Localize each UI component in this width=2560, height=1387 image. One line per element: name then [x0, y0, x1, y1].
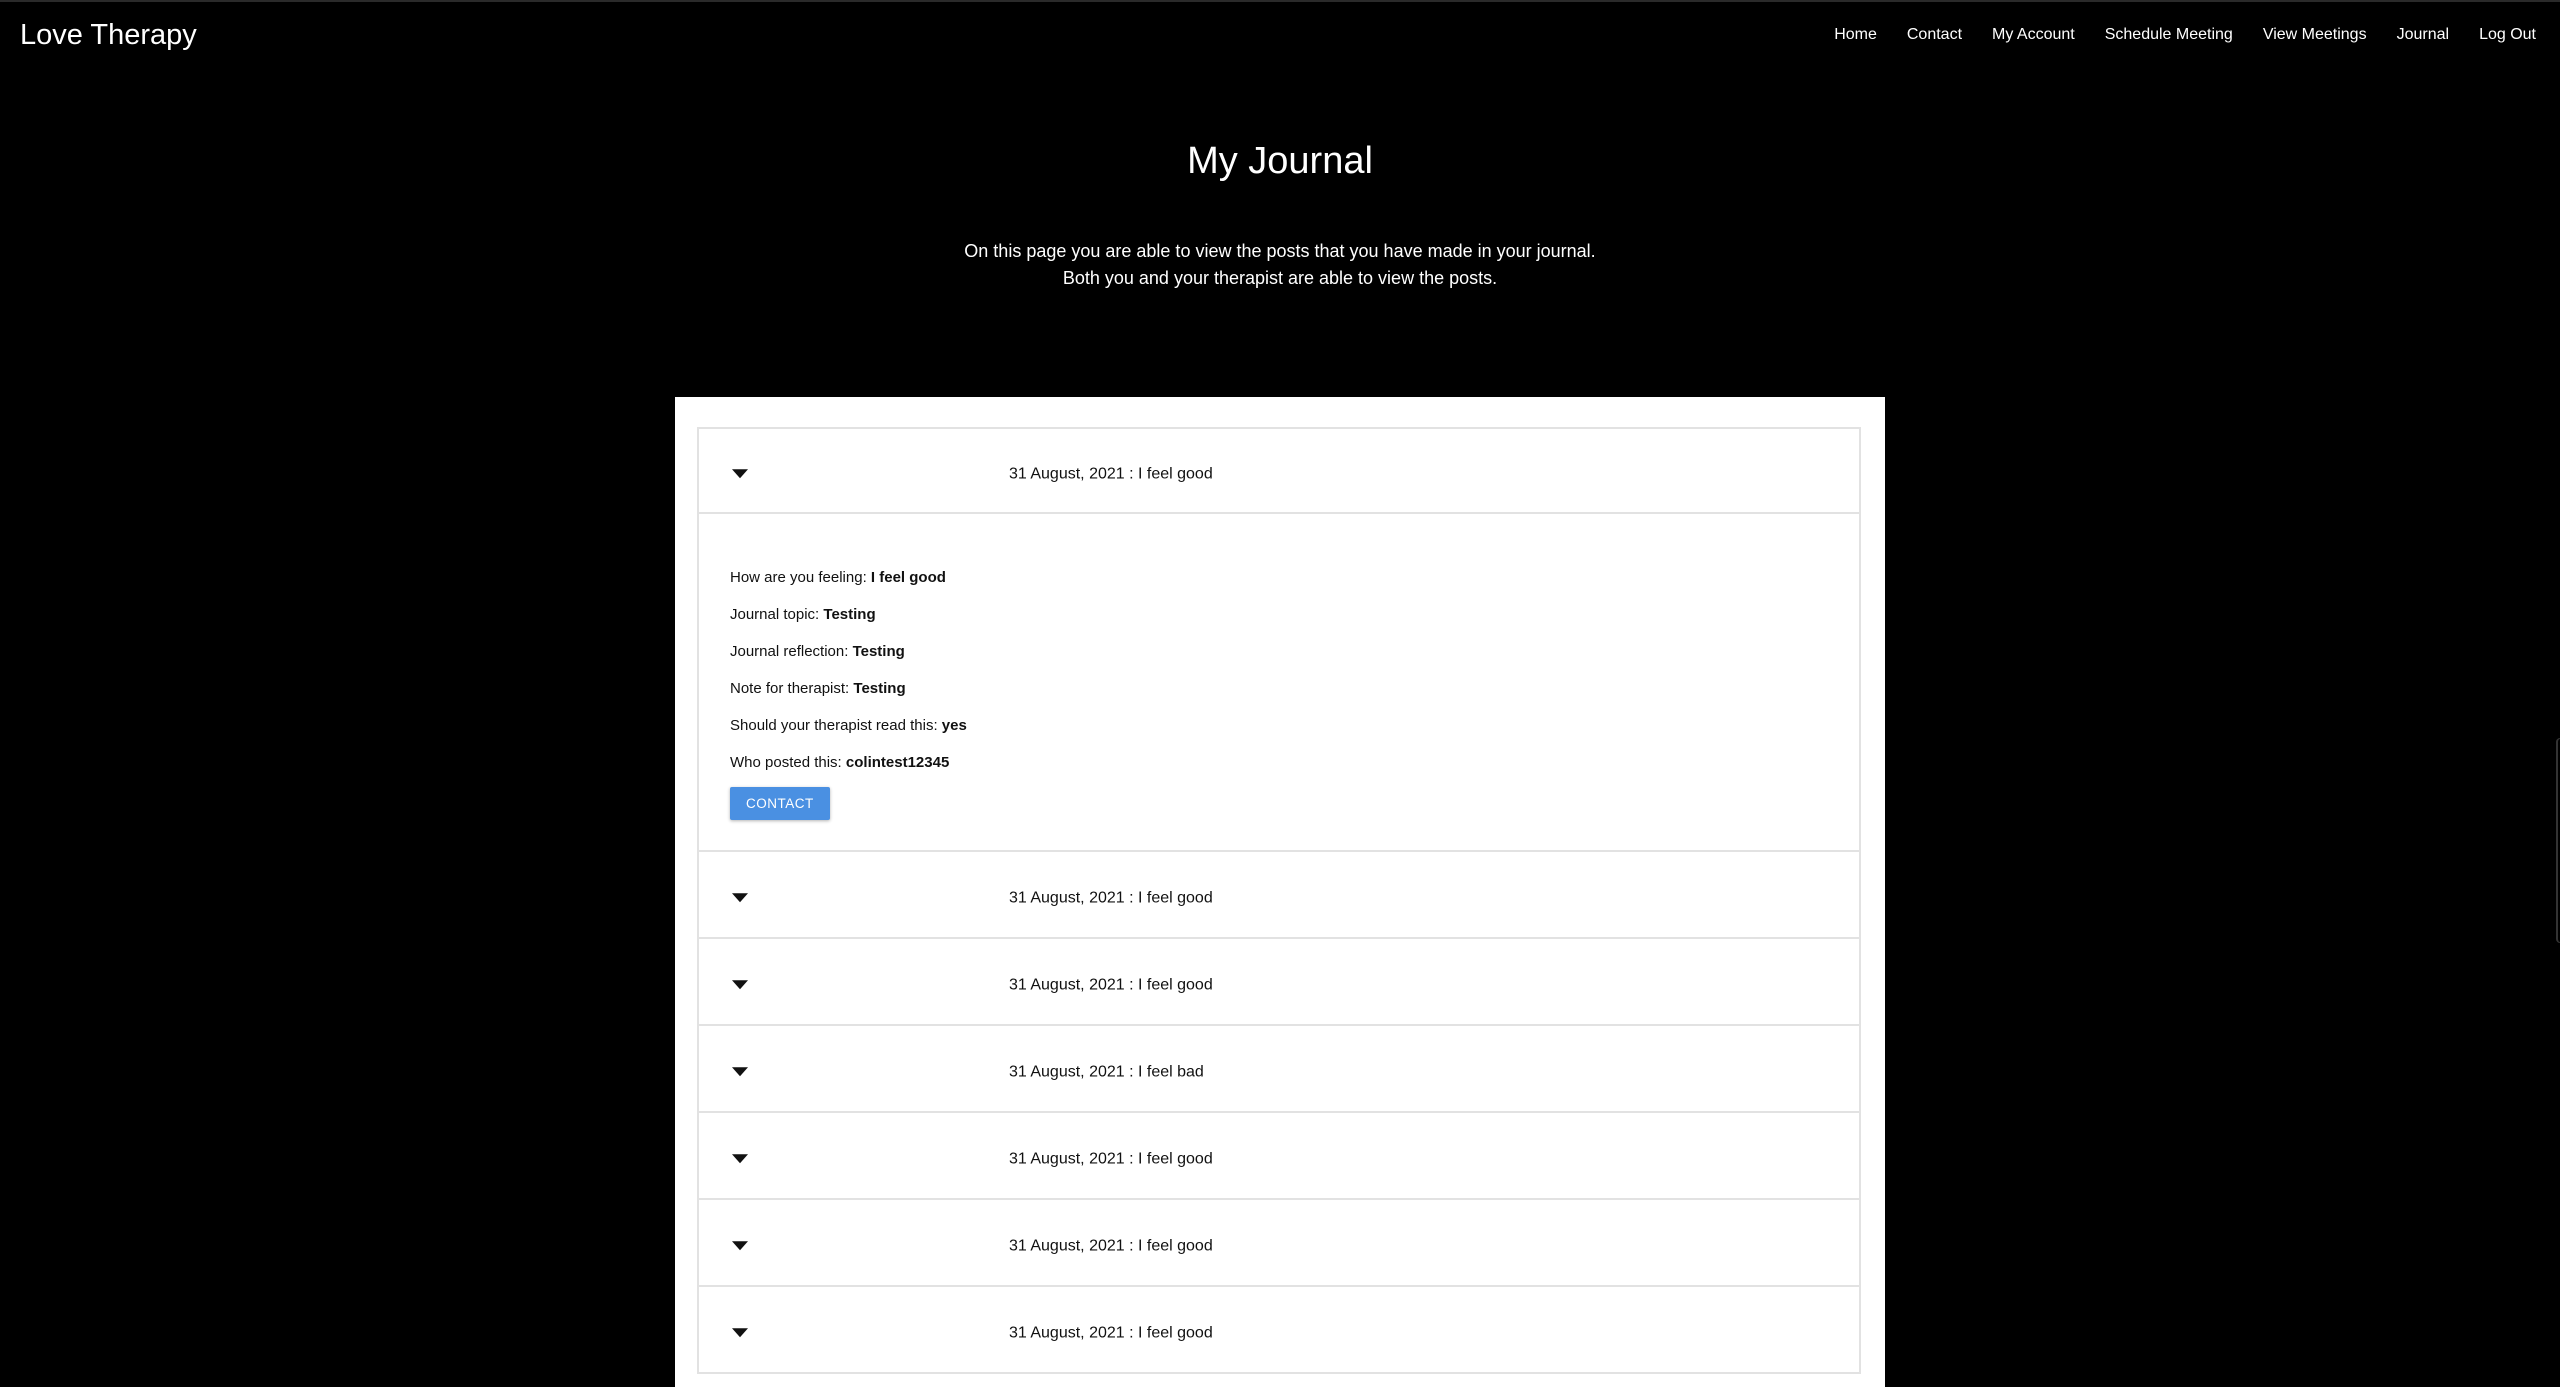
journal-entry-title: 31 August, 2021 : I feel bad [1009, 1063, 1204, 1081]
journal-entry-header[interactable]: 31 August, 2021 : I feel good [699, 939, 1859, 1024]
field-reflection: Journal reflection: Testing [730, 633, 1828, 670]
field-value: yes [941, 717, 967, 734]
field-label: Note for therapist: [730, 680, 854, 697]
field-feeling: How are you feeling: I feel good [730, 559, 1828, 596]
journal-entry: 31 August, 2021 : I feel good How are yo… [699, 429, 1859, 852]
field-label: Journal reflection: [730, 643, 853, 660]
field-label: Who posted this: [730, 754, 846, 771]
field-posted-by: Who posted this: colintest12345 [730, 744, 1828, 781]
journal-entry-header[interactable]: 31 August, 2021 : I feel good [699, 852, 1859, 937]
field-value: Testing [823, 606, 876, 623]
journal-entry-title: 31 August, 2021 : I feel good [1009, 1150, 1213, 1168]
description-line-1: On this page you are able to view the po… [964, 241, 1596, 261]
page-title: My Journal [1187, 140, 1373, 182]
chevron-down-icon[interactable] [732, 1240, 748, 1250]
journal-entry: 31 August, 2021 : I feel bad [699, 1026, 1859, 1113]
field-topic: Journal topic: Testing [730, 596, 1828, 633]
field-note: Note for therapist: Testing [730, 670, 1828, 707]
nav-log-out[interactable]: Log Out [2479, 26, 2536, 44]
chevron-down-icon[interactable] [732, 468, 748, 478]
journal-entry-header[interactable]: 31 August, 2021 : I feel good [699, 1113, 1859, 1198]
field-value: Testing [853, 680, 906, 697]
journal-panel: 31 August, 2021 : I feel good How are yo… [675, 397, 1885, 1387]
field-label: How are you feeling: [730, 569, 871, 586]
journal-entry-title: 31 August, 2021 : I feel good [1009, 465, 1213, 483]
journal-entry: 31 August, 2021 : I feel good [699, 1113, 1859, 1200]
journal-entry-header[interactable]: 31 August, 2021 : I feel good [699, 429, 1859, 514]
hero-section: My Journal On this page you are able to … [0, 140, 2560, 292]
nav-contact[interactable]: Contact [1907, 26, 1962, 44]
contact-button[interactable]: CONTACT [730, 787, 830, 820]
field-label: Should your therapist read this: [730, 717, 942, 734]
field-label: Journal topic: [730, 606, 824, 623]
chevron-down-icon[interactable] [732, 1327, 748, 1337]
journal-entry-title: 31 August, 2021 : I feel good [1009, 1237, 1213, 1255]
nav-journal[interactable]: Journal [2397, 26, 2449, 44]
chevron-down-icon[interactable] [732, 1153, 748, 1163]
journal-entry-header[interactable]: 31 August, 2021 : I feel bad [699, 1026, 1859, 1111]
brand-logo[interactable]: Love Therapy [20, 19, 197, 52]
chevron-down-icon[interactable] [732, 1066, 748, 1076]
field-value: Testing [852, 643, 905, 660]
top-navbar: Love Therapy Home Contact My Account Sch… [0, 0, 2560, 68]
field-value: colintest12345 [845, 754, 950, 771]
journal-entry: 31 August, 2021 : I feel good [699, 939, 1859, 1026]
journal-entry-title: 31 August, 2021 : I feel good [1009, 976, 1213, 994]
journal-entry-title: 31 August, 2021 : I feel good [1009, 889, 1213, 907]
field-therapist-read: Should your therapist read this: yes [730, 707, 1828, 744]
page-description: On this page you are able to view the po… [0, 238, 2560, 292]
journal-entry: 31 August, 2021 : I feel good [699, 852, 1859, 939]
description-line-2: Both you and your therapist are able to … [1062, 268, 1498, 288]
nav-my-account[interactable]: My Account [1992, 26, 2075, 44]
journal-entry-header[interactable]: 31 August, 2021 : I feel good [699, 1287, 1859, 1372]
field-value: I feel good [870, 569, 946, 586]
journal-entry-header[interactable]: 31 August, 2021 : I feel good [699, 1200, 1859, 1285]
nav-view-meetings[interactable]: View Meetings [2263, 26, 2367, 44]
journal-accordion: 31 August, 2021 : I feel good How are yo… [697, 427, 1861, 1374]
edge-handle [2556, 738, 2560, 943]
main-nav: Home Contact My Account Schedule Meeting… [1804, 26, 2536, 44]
chevron-down-icon[interactable] [732, 892, 748, 902]
chevron-down-icon[interactable] [732, 979, 748, 989]
journal-entry-details: How are you feeling: I feel good Journal… [699, 514, 1859, 850]
nav-home[interactable]: Home [1834, 26, 1877, 44]
nav-schedule-meeting[interactable]: Schedule Meeting [2105, 26, 2233, 44]
journal-entry: 31 August, 2021 : I feel good [699, 1200, 1859, 1287]
journal-entry: 31 August, 2021 : I feel good [699, 1287, 1859, 1374]
journal-entry-title: 31 August, 2021 : I feel good [1009, 1324, 1213, 1342]
